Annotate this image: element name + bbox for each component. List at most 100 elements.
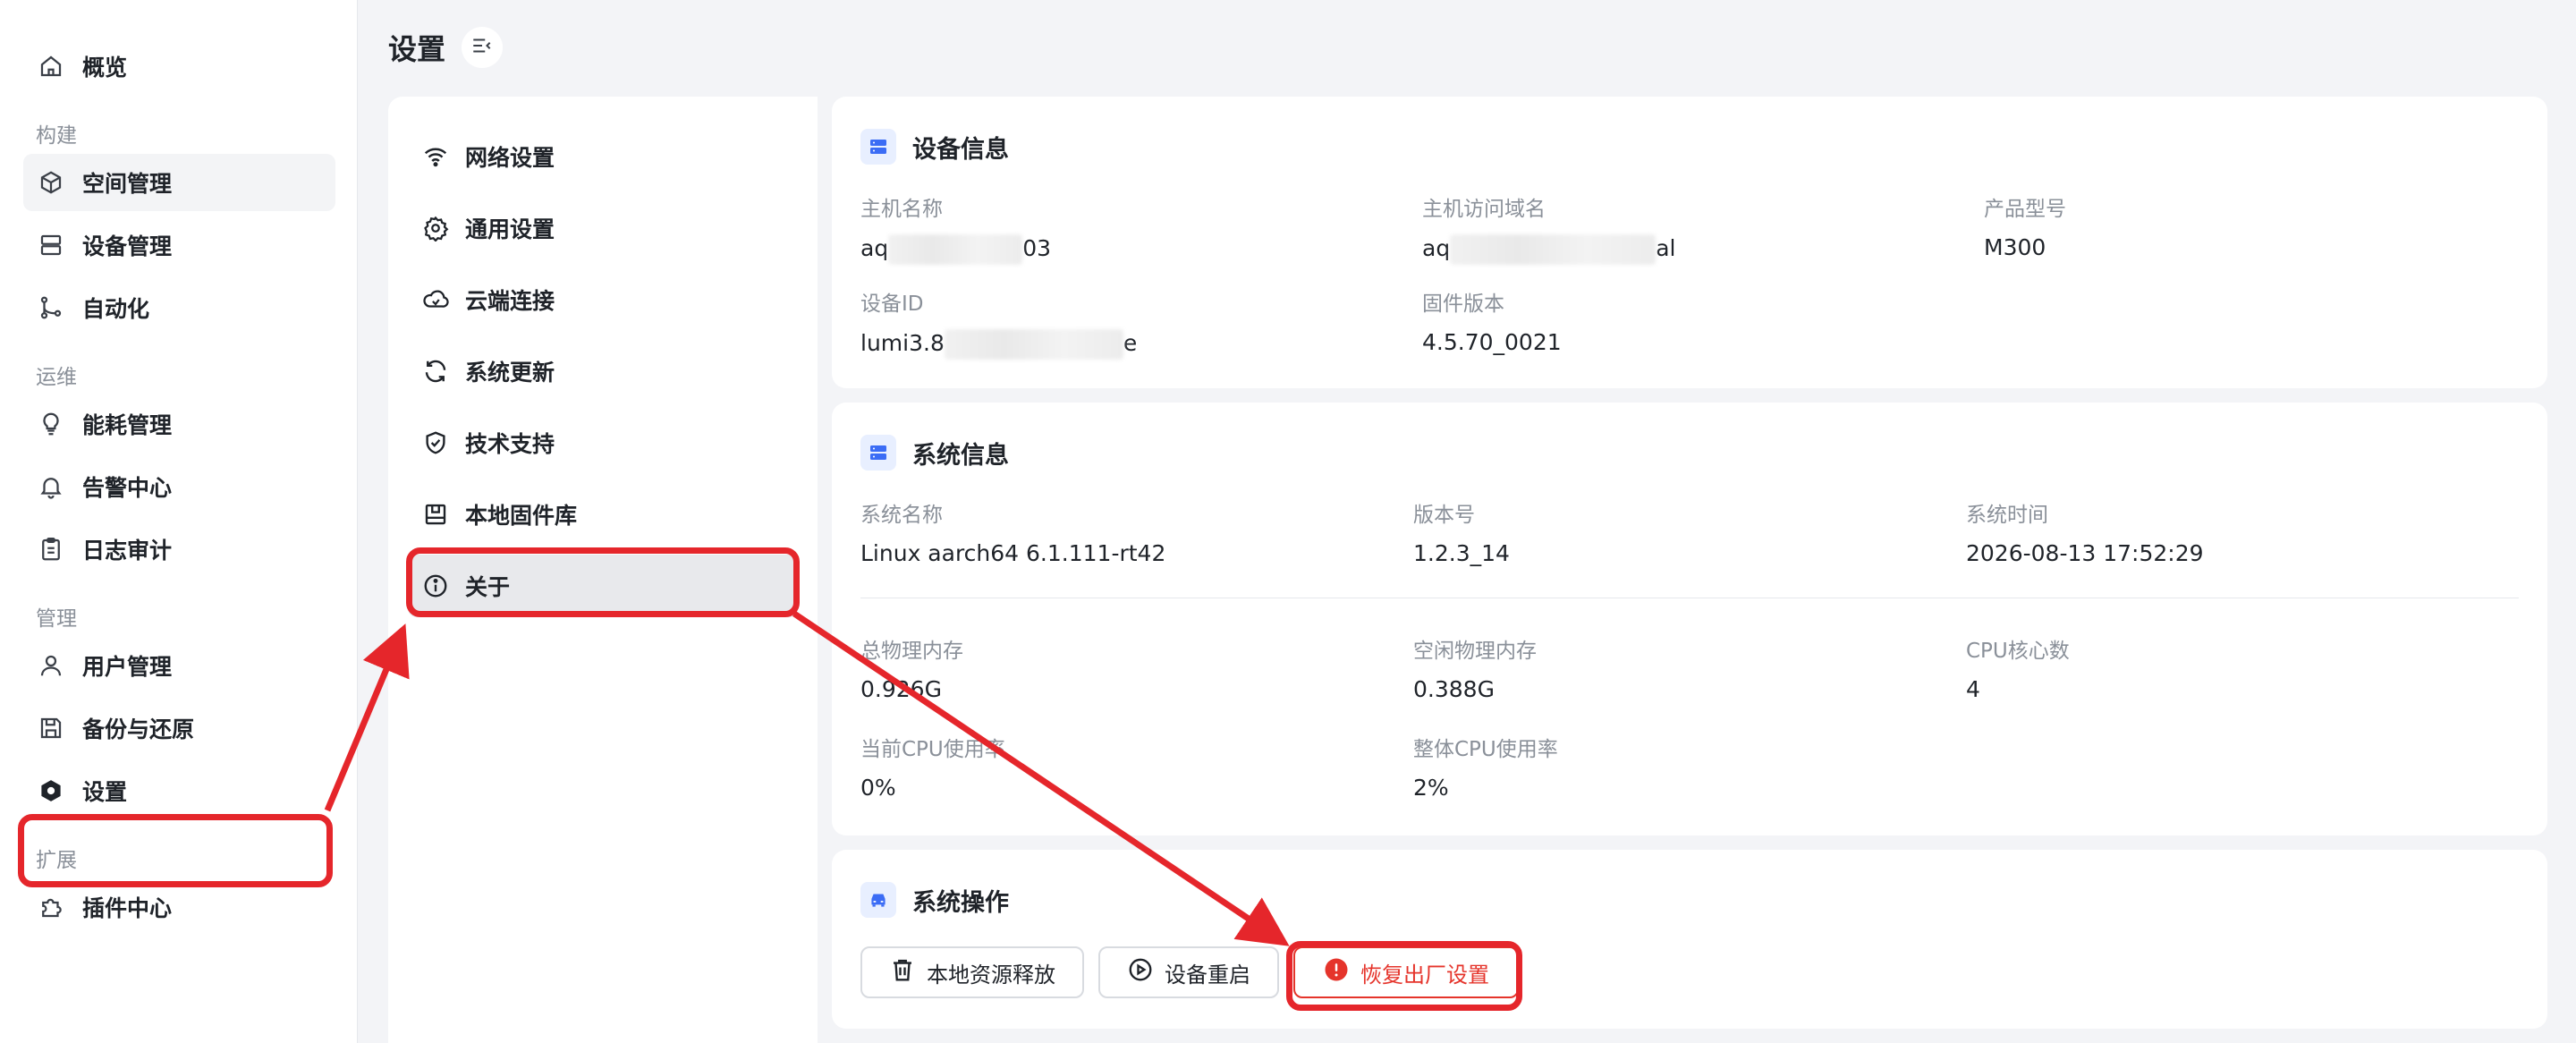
system-name-field: 系统名称 Linux aarch64 6.1.111-rt42 — [860, 497, 1165, 566]
cube-icon — [38, 169, 64, 196]
sidebar-item-automation[interactable]: 自动化 — [23, 279, 335, 336]
domain-field: 主机访问域名 aq al — [1422, 191, 1675, 265]
mem-free-label: 空闲物理内存 — [1413, 640, 1537, 663]
cpu-current-field: 当前CPU使用率 0% — [860, 732, 1005, 801]
sidebar-group-ops: 运维 — [36, 366, 77, 389]
hostname-field: 主机名称 aq 03 — [860, 191, 1051, 265]
model-field: 产品型号 M300 — [1984, 191, 2066, 260]
info-icon — [422, 572, 449, 599]
system-time-field: 系统时间 2026-08-13 17:52:29 — [1966, 497, 2204, 566]
refresh-icon — [422, 358, 449, 385]
device-info-card: 设备信息 主机名称 aq 03 主机访问域名 aq al 产品型号 M300 设备I… — [832, 97, 2547, 388]
device-id-label: 设备ID — [860, 293, 924, 316]
gear-icon — [422, 215, 449, 242]
car-icon — [860, 882, 896, 918]
device-id-value: lumi3.8 e — [860, 329, 1137, 360]
submenu-item-label: 技术支持 — [465, 431, 555, 457]
submenu-item-firmware[interactable]: 本地固件库 — [408, 483, 798, 546]
system-name-label: 系统名称 — [860, 504, 943, 527]
sidebar-item-overview[interactable]: 概览 — [23, 38, 335, 95]
sidebar-item-label: 能耗管理 — [82, 412, 173, 438]
card-title: 系统信息 — [860, 435, 1009, 471]
page-header: 设置 — [388, 25, 504, 70]
home-icon — [38, 53, 64, 80]
hostname-label: 主机名称 — [860, 198, 943, 221]
sidebar: 概览 构建 空间管理 设备管理 自动化 运维 能耗管理 告警中心 日志审计 管理… — [0, 0, 358, 1043]
shield-check-icon — [422, 429, 449, 456]
sidebar-item-label: 设置 — [82, 779, 128, 805]
mem-total-value: 0.926G — [860, 676, 942, 702]
cpu-total-label: 整体CPU使用率 — [1413, 738, 1558, 761]
sidebar-item-backup[interactable]: 备份与还原 — [23, 700, 335, 757]
alert-circle-icon — [1323, 956, 1360, 988]
sidebar-item-label: 设备管理 — [82, 233, 173, 259]
sidebar-item-users[interactable]: 用户管理 — [23, 637, 335, 694]
bell-icon — [38, 473, 64, 500]
cpu-cores-label: CPU核心数 — [1966, 640, 2070, 663]
sidebar-item-space[interactable]: 空间管理 — [23, 154, 335, 211]
sidebar-item-label: 自动化 — [82, 296, 150, 322]
cpu-total-value: 2% — [1413, 775, 1449, 801]
sidebar-item-label: 插件中心 — [82, 895, 173, 921]
device-info-title: 设备信息 — [912, 135, 1009, 164]
cpu-current-value: 0% — [860, 775, 896, 801]
submenu-item-label: 云端连接 — [465, 288, 555, 314]
sidebar-item-logs[interactable]: 日志审计 — [23, 521, 335, 578]
mem-total-field: 总物理内存 0.926G — [860, 633, 963, 702]
sidebar-item-settings[interactable]: 设置 — [23, 762, 335, 819]
submenu-item-support[interactable]: 技术支持 — [408, 411, 798, 474]
submenu-item-about[interactable]: 关于 — [408, 555, 798, 617]
device-id-prefix: lumi3.8 — [860, 330, 945, 356]
firmware-field: 固件版本 4.5.70_0021 — [1422, 286, 1562, 355]
model-value: M300 — [1984, 234, 2046, 260]
card-title: 系统操作 — [860, 882, 1009, 918]
domain-prefix: aq — [1422, 235, 1451, 261]
domain-suffix: al — [1656, 235, 1676, 261]
submenu-item-cloud[interactable]: 云端连接 — [408, 268, 798, 331]
submenu-item-network[interactable]: 网络设置 — [408, 125, 798, 188]
sidebar-item-label: 用户管理 — [82, 654, 173, 680]
firmware-label: 固件版本 — [1422, 293, 1504, 316]
factory-reset-button[interactable]: 恢复出厂设置 — [1293, 946, 1519, 998]
sidebar-item-energy[interactable]: 能耗管理 — [23, 395, 335, 453]
system-info-card: 系统信息 系统名称 Linux aarch64 6.1.111-rt42 版本号… — [832, 403, 2547, 835]
cpu-current-label: 当前CPU使用率 — [860, 738, 1005, 761]
submenu-item-label: 通用设置 — [465, 216, 555, 242]
button-label: 设备重启 — [1165, 962, 1250, 988]
collapse-menu-button[interactable] — [462, 27, 504, 68]
release-resources-button[interactable]: 本地资源释放 — [860, 946, 1084, 998]
submenu-item-update[interactable]: 系统更新 — [408, 340, 798, 403]
sidebar-item-devices[interactable]: 设备管理 — [23, 216, 335, 274]
version-label: 版本号 — [1413, 504, 1475, 527]
model-label: 产品型号 — [1984, 198, 2066, 221]
save-icon — [38, 715, 64, 742]
cpu-total-field: 整体CPU使用率 2% — [1413, 732, 1558, 801]
device-id-suffix: e — [1123, 330, 1138, 356]
sidebar-item-plugins[interactable]: 插件中心 — [23, 878, 335, 936]
system-ops-title: 系统操作 — [912, 888, 1009, 917]
version-value: 1.2.3_14 — [1413, 540, 1510, 566]
button-label: 本地资源释放 — [927, 962, 1055, 988]
sidebar-item-label: 备份与还原 — [82, 717, 195, 742]
system-name-value: Linux aarch64 6.1.111-rt42 — [860, 540, 1166, 566]
reboot-button[interactable]: 设备重启 — [1098, 946, 1279, 998]
sidebar-item-alerts[interactable]: 告警中心 — [23, 458, 335, 515]
redacted-mask — [1450, 234, 1657, 265]
page-title: 设置 — [388, 32, 446, 66]
mem-free-field: 空闲物理内存 0.388G — [1413, 633, 1537, 702]
sidebar-item-label: 空间管理 — [82, 171, 173, 197]
user-icon — [38, 652, 64, 679]
sidebar-group-build: 构建 — [36, 124, 77, 148]
hostname-prefix: aq — [860, 235, 889, 261]
sidebar-item-label: 概览 — [82, 55, 128, 81]
sidebar-item-label: 日志审计 — [82, 538, 173, 564]
trash-icon — [889, 956, 927, 988]
redacted-mask — [944, 329, 1123, 360]
system-info-title: 系统信息 — [912, 441, 1009, 470]
wifi-icon — [422, 143, 449, 170]
hexagon-settings-icon — [38, 777, 64, 804]
firmware-value: 4.5.70_0021 — [1422, 329, 1562, 355]
hostname-suffix: 03 — [1022, 235, 1052, 261]
submenu-item-general[interactable]: 通用设置 — [408, 197, 798, 259]
mem-free-value: 0.388G — [1413, 676, 1495, 702]
